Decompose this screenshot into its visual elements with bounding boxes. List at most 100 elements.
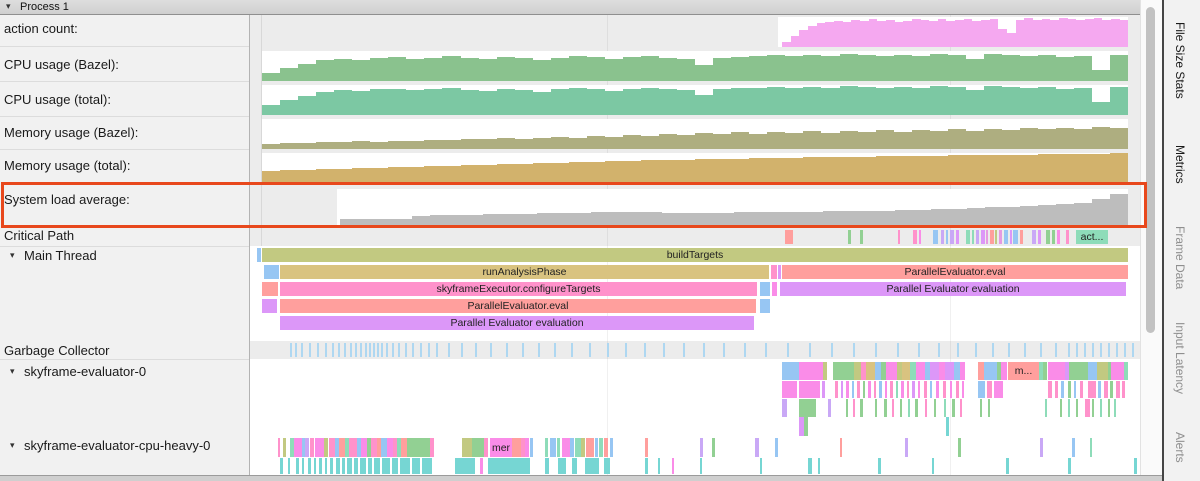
evaluator-0-slice[interactable] xyxy=(1114,399,1116,417)
cpu-heavy-slice[interactable] xyxy=(525,438,529,457)
gc-tick[interactable] xyxy=(787,343,789,357)
gc-tick[interactable] xyxy=(506,343,508,357)
tab-alerts[interactable]: Alerts xyxy=(1173,432,1187,463)
main-thread-slice[interactable]: ParallelEvaluator.eval xyxy=(280,299,756,313)
cpu-heavy-slice[interactable] xyxy=(400,458,410,474)
evaluator-0-slice[interactable] xyxy=(853,399,855,417)
main-thread-slice[interactable] xyxy=(760,299,770,313)
cpu-heavy-slice[interactable] xyxy=(645,438,648,457)
gc-tick[interactable] xyxy=(683,343,685,357)
process-header[interactable]: ▾ Process 1 xyxy=(0,0,1140,15)
evaluator-0-slice[interactable] xyxy=(1088,381,1096,398)
cpu-heavy-slice[interactable] xyxy=(1090,438,1092,457)
vertical-scrollbar-thumb[interactable] xyxy=(1146,7,1155,333)
cpu-heavy-slice[interactable] xyxy=(905,438,908,457)
cpu-heavy-slice[interactable] xyxy=(700,438,703,457)
main-thread-slice[interactable] xyxy=(262,282,278,296)
evaluator-0-slice[interactable] xyxy=(907,381,909,398)
gc-tick[interactable] xyxy=(1076,343,1078,357)
counter-chart-cpu_bazel[interactable] xyxy=(262,51,1128,81)
gc-tick[interactable] xyxy=(809,343,811,357)
cpu-heavy-slice[interactable] xyxy=(422,458,432,474)
cpu-heavy-slice[interactable] xyxy=(310,438,314,457)
cpu-heavy-slice[interactable] xyxy=(581,438,585,457)
evaluator-0-slice[interactable] xyxy=(866,362,875,380)
main-thread-slice[interactable]: runAnalysisPhase xyxy=(280,265,769,279)
evaluator-0-slice[interactable] xyxy=(799,362,823,380)
cpu-heavy-slice[interactable] xyxy=(755,438,759,457)
evaluator-0-slice[interactable] xyxy=(956,381,959,398)
gc-tick[interactable] xyxy=(448,343,450,357)
cpu-heavy-slice[interactable] xyxy=(586,438,594,457)
evaluator-0-slice[interactable] xyxy=(841,381,843,398)
evaluator-0-slice[interactable] xyxy=(1111,362,1124,380)
cpu-heavy-slice[interactable] xyxy=(572,458,577,474)
gc-tick[interactable] xyxy=(295,343,297,357)
collapse-icon-cpu-heavy[interactable]: ▾ xyxy=(10,440,15,451)
gc-tick[interactable] xyxy=(663,343,665,357)
cpu-heavy-slice[interactable] xyxy=(1006,458,1009,474)
counter-chart-cpu_total[interactable] xyxy=(262,85,1128,115)
gc-tick[interactable] xyxy=(918,343,920,357)
cpu-heavy-slice[interactable] xyxy=(712,438,715,457)
gc-tick[interactable] xyxy=(875,343,877,357)
evaluator-0-slice[interactable] xyxy=(852,381,854,398)
gc-tick[interactable] xyxy=(405,343,407,357)
evaluator-0-slice[interactable] xyxy=(1068,381,1071,398)
gc-tick[interactable] xyxy=(644,343,646,357)
cpu-heavy-slice[interactable] xyxy=(349,438,357,457)
gc-tick[interactable] xyxy=(369,343,371,357)
counter-chart-mem_bazel[interactable] xyxy=(262,119,1128,149)
evaluator-0-slice[interactable] xyxy=(930,381,932,398)
cpu-heavy-slice[interactable] xyxy=(296,458,299,474)
evaluator-0-slice[interactable] xyxy=(1068,399,1070,417)
evaluator-0-slice[interactable] xyxy=(1043,362,1047,380)
evaluator-0-slice[interactable] xyxy=(901,381,904,398)
main-thread-slice[interactable]: buildTargets xyxy=(262,248,1128,262)
evaluator-0-slice[interactable] xyxy=(944,399,946,417)
gc-tick[interactable] xyxy=(290,343,292,357)
critical-path-slice[interactable] xyxy=(966,230,970,244)
evaluator-0-slice[interactable] xyxy=(930,362,939,380)
evaluator-0-slice[interactable] xyxy=(799,399,816,417)
cpu-heavy-slice[interactable] xyxy=(530,438,533,457)
counter-chart-action[interactable] xyxy=(778,17,1128,47)
gc-tick[interactable] xyxy=(360,343,362,357)
gc-tick[interactable] xyxy=(992,343,994,357)
gc-tick[interactable] xyxy=(1108,343,1110,357)
gc-tick[interactable] xyxy=(301,343,303,357)
cpu-heavy-slice[interactable] xyxy=(775,438,778,457)
gc-tick[interactable] xyxy=(589,343,591,357)
cpu-heavy-slice[interactable] xyxy=(462,438,472,457)
evaluator-0-slice[interactable] xyxy=(892,399,894,417)
cpu-heavy-slice[interactable] xyxy=(392,458,398,474)
critical-path-slice[interactable] xyxy=(1066,230,1069,244)
evaluator-0-slice[interactable] xyxy=(945,362,954,380)
critical-path-slice[interactable] xyxy=(956,230,959,244)
evaluator-0-slice[interactable] xyxy=(984,362,997,380)
evaluator-0-slice[interactable] xyxy=(900,399,902,417)
main-thread-slice[interactable] xyxy=(760,282,770,296)
evaluator-0-slice[interactable] xyxy=(782,399,787,417)
evaluator-0-slice[interactable] xyxy=(1122,381,1125,398)
evaluator-0-slice[interactable] xyxy=(884,399,887,417)
gc-tick[interactable] xyxy=(490,343,492,357)
horizontal-scrollbar[interactable] xyxy=(0,475,1162,481)
main-thread-slice[interactable] xyxy=(264,265,279,279)
gc-tick[interactable] xyxy=(386,343,388,357)
evaluator-0-slice[interactable] xyxy=(846,381,849,398)
evaluator-0-slice[interactable] xyxy=(1116,381,1120,398)
gc-tick[interactable] xyxy=(317,343,319,357)
cpu-heavy-slice[interactable] xyxy=(570,438,574,457)
gc-tick[interactable] xyxy=(723,343,725,357)
tab-frame-data[interactable]: Frame Data xyxy=(1173,226,1187,289)
cpu-heavy-slice[interactable] xyxy=(610,438,613,457)
critical-path-slice[interactable] xyxy=(946,230,948,244)
gc-tick[interactable] xyxy=(938,343,940,357)
gc-tick[interactable] xyxy=(325,343,327,357)
gc-tick[interactable] xyxy=(522,343,524,357)
gc-tick[interactable] xyxy=(332,343,334,357)
gc-tick[interactable] xyxy=(765,343,767,357)
evaluator-0-slice[interactable] xyxy=(1108,399,1110,417)
critical-path-slice[interactable] xyxy=(950,230,954,244)
